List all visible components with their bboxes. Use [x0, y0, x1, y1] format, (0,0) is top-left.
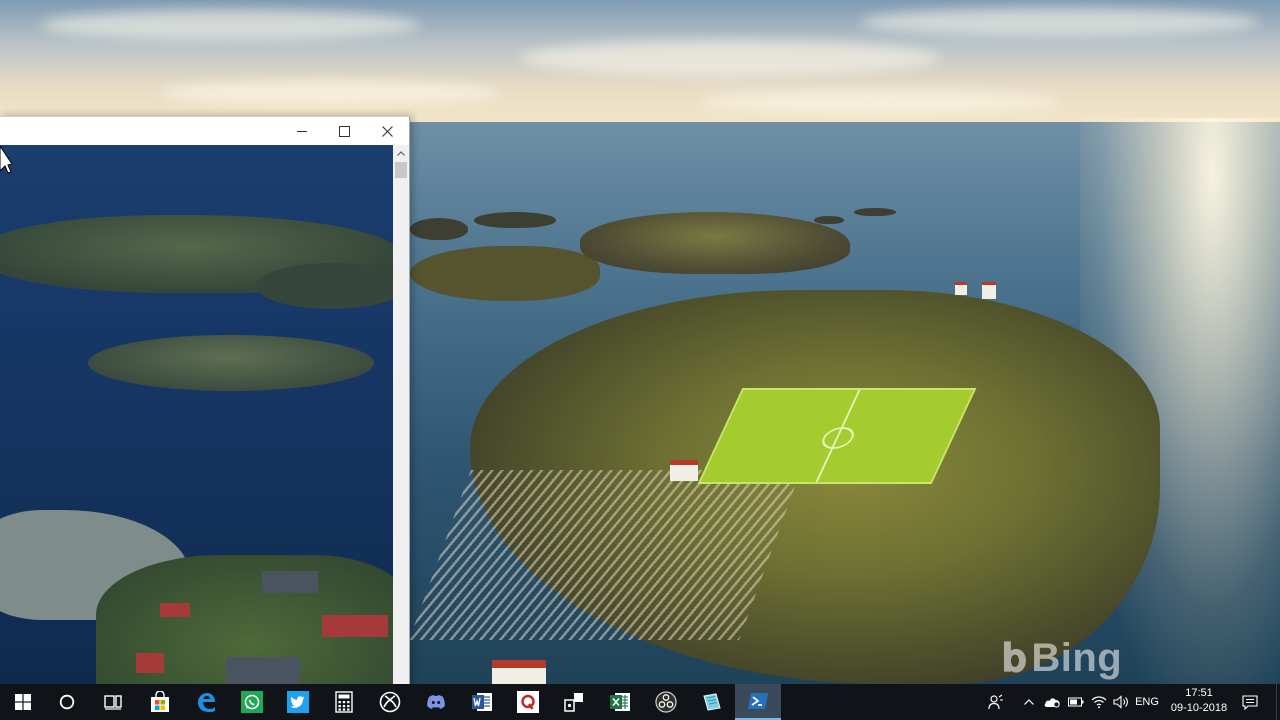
cloud-sync-icon	[1044, 698, 1060, 708]
vertical-scrollbar[interactable]	[393, 145, 409, 685]
twitter-bird-icon	[287, 691, 309, 713]
wallpaper-football-pitch	[697, 388, 977, 484]
wallpaper-island-left	[410, 246, 600, 301]
discord-icon	[427, 695, 445, 709]
wallpaper-island-mid	[580, 212, 850, 274]
taskbar-app-calculator[interactable]	[321, 684, 367, 720]
start-button[interactable]	[0, 684, 46, 720]
battery-tray-button[interactable]	[1065, 684, 1087, 720]
people-icon	[988, 694, 1003, 710]
windows-logo-icon	[15, 694, 31, 710]
notes-icon	[703, 693, 721, 711]
scroll-thumb[interactable]	[395, 162, 407, 178]
clock-date: 09-10-2018	[1170, 702, 1228, 714]
powershell-icon	[748, 693, 768, 709]
taskbar-app-connect[interactable]	[551, 684, 597, 720]
connect-icon	[564, 693, 583, 712]
taskbar-app-powershell[interactable]	[735, 684, 781, 720]
minimize-icon	[297, 130, 307, 132]
notification-icon	[1242, 694, 1258, 710]
maximize-button[interactable]	[323, 117, 365, 145]
clock-button[interactable]: 17:51 09-10-2018	[1163, 686, 1235, 718]
chevron-up-icon	[397, 150, 405, 156]
calculator-icon	[335, 691, 353, 713]
taskbar-app-word[interactable]	[459, 684, 505, 720]
cortana-search-button[interactable]	[44, 684, 90, 720]
obs-icon	[655, 691, 677, 713]
whatsapp-icon	[241, 691, 263, 713]
scroll-up-button[interactable]	[393, 145, 409, 161]
edge-icon	[198, 693, 215, 712]
taskbar: ENG 17:51 09-10-2018	[0, 684, 1280, 720]
minimize-button[interactable]	[281, 117, 323, 145]
people-button[interactable]	[985, 684, 1007, 720]
close-button[interactable]	[366, 117, 408, 145]
maximize-icon	[338, 125, 350, 137]
image-island	[256, 263, 393, 309]
clock-time: 17:51	[1185, 687, 1213, 699]
show-hidden-icons-button[interactable]	[1019, 684, 1039, 720]
show-desktop-button[interactable]	[1276, 684, 1280, 720]
cortana-circle-icon	[59, 694, 75, 710]
image-island	[88, 335, 374, 391]
close-icon	[381, 125, 393, 137]
taskbar-app-store[interactable]	[137, 684, 183, 720]
bing-logo-icon: 𝐛	[1002, 636, 1028, 680]
taskbar-app-edge[interactable]	[183, 684, 229, 720]
wallpaper-fish-racks	[409, 470, 801, 640]
speaker-icon	[1113, 695, 1128, 709]
taskbar-app-notes[interactable]	[689, 684, 735, 720]
task-view-button[interactable]	[90, 684, 136, 720]
app-window[interactable]	[0, 116, 410, 685]
volume-tray-button[interactable]	[1110, 684, 1132, 720]
taskbar-app-discord[interactable]	[413, 684, 459, 720]
wifi-tray-button[interactable]	[1088, 684, 1110, 720]
xbox-icon	[379, 691, 401, 713]
taskbar-app-excel[interactable]	[597, 684, 643, 720]
action-center-button[interactable]	[1238, 684, 1262, 720]
battery-icon	[1068, 697, 1084, 707]
taskbar-app-xbox[interactable]	[367, 684, 413, 720]
excel-icon	[610, 693, 630, 711]
mouse-cursor-icon	[0, 146, 12, 174]
taskbar-app-obs[interactable]	[643, 684, 689, 720]
task-view-icon	[104, 695, 122, 710]
taskbar-app-whatsapp[interactable]	[229, 684, 275, 720]
store-bag-icon	[151, 691, 169, 712]
quora-icon	[517, 691, 539, 713]
onedrive-tray-button[interactable]	[1041, 684, 1063, 720]
taskbar-app-quora[interactable]	[505, 684, 551, 720]
wifi-icon	[1091, 696, 1107, 709]
word-icon	[472, 693, 492, 711]
bing-watermark: 𝐛 Bing	[1002, 636, 1123, 680]
window-image-view[interactable]	[0, 145, 393, 685]
input-language-button[interactable]: ENG	[1133, 684, 1161, 720]
taskbar-app-twitter[interactable]	[275, 684, 321, 720]
chevron-up-icon	[1024, 699, 1034, 705]
window-titlebar[interactable]	[0, 117, 409, 145]
